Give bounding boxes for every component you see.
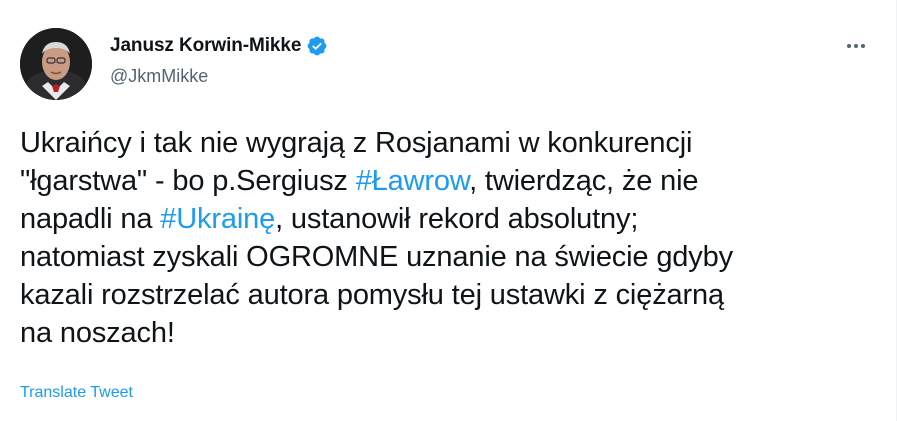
tweet-card: Janusz Korwin-Mikke @JkmMikke Ukraińcy i… — [0, 0, 897, 421]
tweet-text-line: kazali rozstrzelać autora pomysłu tej us… — [20, 276, 880, 314]
tweet-text: Ukraińcy i tak nie wygrają z Rosjanami w… — [20, 124, 880, 352]
tweet-text-segment: na noszach! — [20, 317, 175, 349]
hashtag-link[interactable]: #Ukrainę — [160, 203, 275, 235]
tweet-text-line: na noszach! — [20, 314, 880, 352]
hashtag-link[interactable]: #Ławrow — [356, 165, 470, 197]
tweet-text-segment: natomiast zyskali OGROMNE uznanie na świ… — [20, 241, 733, 273]
author-handle[interactable]: @JkmMikke — [110, 66, 328, 87]
author-name-row: Janusz Korwin-Mikke — [110, 34, 328, 58]
tweet-text-segment: napadli na — [20, 203, 161, 235]
tweet-text-line: "łgarstwa" - bo p.Sergiusz #Ławrow, twie… — [20, 162, 880, 200]
avatar[interactable] — [20, 28, 92, 100]
tweet-text-line: napadli na #Ukrainę, ustanowił rekord ab… — [20, 200, 880, 238]
tweet-text-line: Ukraińcy i tak nie wygrają z Rosjanami w… — [20, 124, 880, 162]
more-options-button[interactable] — [838, 34, 874, 58]
tweet-text-segment: kazali rozstrzelać autora pomysłu tej us… — [20, 279, 724, 311]
verified-badge-icon — [306, 35, 328, 57]
tweet-text-segment: , twierdząc, że nie — [469, 165, 699, 197]
tweet-text-line: natomiast zyskali OGROMNE uznanie na świ… — [20, 238, 880, 276]
translate-tweet-link[interactable]: Translate Tweet — [20, 384, 133, 402]
tweet-text-segment: , ustanowił rekord absolutny; — [275, 203, 639, 235]
author-display-name[interactable]: Janusz Korwin-Mikke — [110, 35, 301, 57]
tweet-text-segment: "łgarstwa" - bo p.Sergiusz — [20, 165, 356, 197]
tweet-text-segment: Ukraińcy i tak nie wygrają z Rosjanami w… — [20, 127, 693, 159]
more-options-icon — [847, 44, 865, 48]
author-info: Janusz Korwin-Mikke @JkmMikke — [110, 34, 328, 87]
avatar-photo-icon — [20, 28, 92, 100]
